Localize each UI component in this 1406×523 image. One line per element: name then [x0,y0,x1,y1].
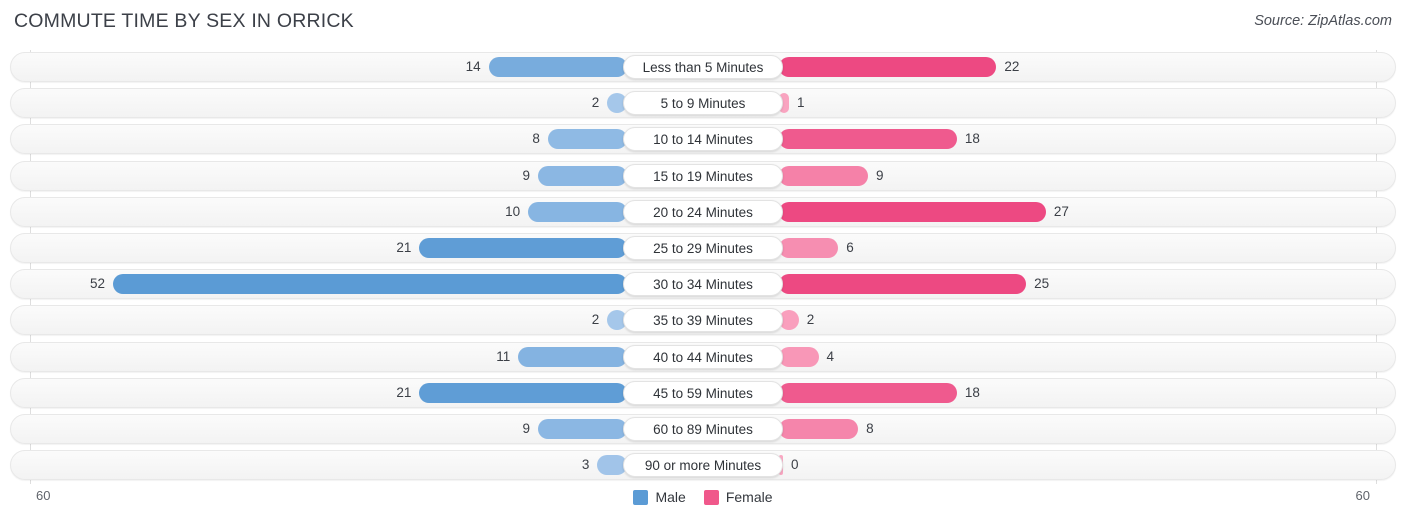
value-label-male: 2 [591,95,600,111]
value-label-female: 9 [875,167,884,183]
value-label-male: 2 [591,312,600,328]
table-row: 2 1 5 to 9 Minutes [10,88,1396,119]
value-label-male: 9 [522,167,531,183]
bar-male [538,165,627,186]
value-label-female: 6 [846,240,854,255]
chart-header: COMMUTE TIME BY SEX IN ORRICK Source: Zi… [0,0,1406,44]
page-title: COMMUTE TIME BY SEX IN ORRICK [14,10,354,32]
bar-male [547,129,627,150]
value-label-female: 18 [964,384,980,400]
bar-male [518,346,627,367]
bar-female [779,129,957,150]
legend-swatch-icon [633,489,649,505]
table-row: 11 4 40 to 44 Minutes [10,341,1396,372]
value-label-male: 8 [532,131,540,147]
category-label: Less than 5 Minutes [623,55,783,79]
value-label-female: 18 [964,131,980,147]
bar-female [779,165,868,186]
value-label-female: 25 [1034,276,1050,292]
bar-male [419,238,627,258]
bar-male [419,382,627,403]
value-label-female: 1 [797,95,805,111]
category-label: 60 to 89 Minutes [623,417,783,441]
table-row: 2 2 35 to 39 Minutes [10,305,1396,336]
category-label: 35 to 39 Minutes [623,308,783,333]
table-row: 21 18 45 to 59 Minutes [10,377,1396,408]
legend-item-male[interactable]: Male [633,489,686,505]
bar-male [113,274,627,295]
category-label: 90 or more Minutes [623,453,783,478]
source-attribution: Source: ZipAtlas.com [1254,13,1392,29]
category-label: 40 to 44 Minutes [623,344,783,369]
chart-footer: 60 60 Male Female [0,484,1406,523]
table-row: 8 18 10 to 14 Minutes [10,124,1396,155]
bar-male [528,201,627,222]
category-label: 25 to 29 Minutes [623,236,783,260]
bar-female [779,201,1046,222]
value-label-female: 0 [791,457,799,473]
value-label-male: 14 [465,59,481,74]
value-label-male: 9 [522,421,531,436]
bar-female [779,57,997,77]
bar-female [779,382,957,403]
value-label-male: 3 [581,457,590,473]
bar-female [779,274,1027,295]
value-label-male: 52 [90,276,106,292]
value-label-male: 21 [396,384,412,400]
chart-container: COMMUTE TIME BY SEX IN ORRICK Source: Zi… [0,0,1406,523]
value-label-female: 22 [1004,59,1020,74]
value-label-female: 2 [806,312,815,328]
plot-area: 14 22 Less than 5 Minutes 2 1 5 to 9 Minutes 8… [0,50,1406,484]
category-label: 5 to 9 Minutes [623,91,783,116]
table-row: 9 9 15 to 19 Minutes [10,160,1396,191]
table-row: 9 8 60 to 89 Minutes [10,414,1396,444]
table-row: 14 22 Less than 5 Minutes [10,52,1396,82]
category-label: 15 to 19 Minutes [623,163,783,188]
category-label: 20 to 24 Minutes [623,199,783,224]
category-label: 30 to 34 Minutes [623,272,783,297]
legend-label: Male [655,489,686,505]
table-row: 3 0 90 or more Minutes [10,450,1396,481]
legend-label: Female [725,489,773,505]
legend-swatch-icon [703,489,719,505]
bar-female [779,346,819,367]
legend-item-female[interactable]: Female [703,489,773,505]
chart-legend: Male Female [0,489,1406,505]
value-label-male: 21 [396,240,412,255]
bar-male [488,57,627,77]
value-label-male: 10 [505,203,521,219]
table-row: 21 6 25 to 29 Minutes [10,233,1396,263]
value-label-female: 4 [826,348,835,364]
bar-female [779,419,859,439]
bar-male [538,419,627,439]
value-label-female: 8 [866,421,874,436]
category-label: 45 to 59 Minutes [623,380,783,405]
value-label-female: 27 [1053,203,1069,219]
category-label: 10 to 14 Minutes [623,127,783,152]
bar-female [779,238,839,258]
value-label-male: 11 [496,348,511,364]
table-row: 10 27 20 to 24 Minutes [10,196,1396,227]
table-row: 52 25 30 to 34 Minutes [10,269,1396,300]
